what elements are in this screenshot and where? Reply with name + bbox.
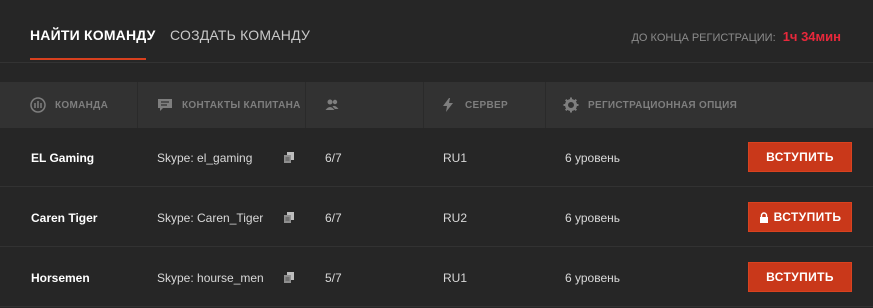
column-separator [423, 82, 424, 128]
column-header-contacts: КОНТАКТЫ КАПИТАНА [157, 82, 301, 128]
join-button-label: ВСТУПИТЬ [766, 150, 834, 164]
column-header-team: КОМАНДА [30, 82, 108, 128]
column-header-server: СЕРВЕР [440, 82, 508, 128]
gear-icon [563, 97, 579, 113]
server-name: RU2 [443, 210, 468, 225]
tabs-divider [0, 62, 873, 63]
table-row: Horsemen Skype: hourse_men 5/7 RU1 6 уро… [0, 248, 873, 307]
team-name: EL Gaming [31, 150, 95, 165]
join-button-label: ВСТУПИТЬ [766, 270, 834, 284]
team-name: Horsemen [31, 270, 90, 285]
captain-contact: Skype: el_gaming [157, 150, 253, 165]
column-header-server-label: СЕРВЕР [465, 99, 508, 111]
copy-icon[interactable] [284, 248, 294, 307]
chat-icon [157, 97, 173, 113]
server-name: RU1 [443, 270, 468, 285]
team-emblem-icon [30, 97, 46, 113]
column-header-contacts-label: КОНТАКТЫ КАПИТАНА [182, 99, 301, 111]
tab-find-team[interactable]: НАЙТИ КОМАНДУ [30, 27, 156, 43]
join-button-label: ВСТУПИТЬ [773, 210, 842, 224]
column-header-option-label: РЕГИСТРАЦИОННАЯ ОПЦИЯ [588, 99, 738, 111]
registration-option: 6 уровень [565, 150, 621, 165]
tab-create-team[interactable]: СОЗДАТЬ КОМАНДУ [170, 27, 310, 43]
column-separator [545, 82, 546, 128]
table-row: Caren Tiger Skype: Caren_Tiger 6/7 RU2 6… [0, 188, 873, 247]
column-header-players [324, 82, 349, 128]
copy-icon[interactable] [284, 188, 294, 247]
column-separator [305, 82, 306, 128]
registration-option: 6 уровень [565, 270, 621, 285]
countdown-label: ДО КОНЦА РЕГИСТРАЦИИ: [631, 32, 776, 44]
members-count: 5/7 [325, 270, 342, 285]
copy-icon[interactable] [284, 128, 294, 187]
join-button[interactable]: ВСТУПИТЬ [748, 262, 852, 292]
active-tab-underline [30, 58, 146, 60]
lightning-icon [440, 97, 456, 113]
server-name: RU1 [443, 150, 468, 165]
registration-option: 6 уровень [565, 210, 621, 225]
captain-contact: Skype: Caren_Tiger [157, 210, 264, 225]
column-separator [137, 82, 138, 128]
players-icon [324, 97, 340, 113]
members-count: 6/7 [325, 210, 342, 225]
countdown-time: 1ч 34мин [782, 29, 841, 44]
table-header: КОМАНДА КОНТАКТЫ КАПИТАНА СЕРВЕР РЕГИСТР… [0, 82, 873, 128]
join-button[interactable]: ВСТУПИТЬ [748, 202, 852, 232]
join-button[interactable]: ВСТУПИТЬ [748, 142, 852, 172]
column-header-team-label: КОМАНДА [55, 99, 109, 111]
column-header-option: РЕГИСТРАЦИОННАЯ ОПЦИЯ [563, 82, 737, 128]
team-name: Caren Tiger [31, 210, 98, 225]
registration-countdown: ДО КОНЦА РЕГИСТРАЦИИ: 1ч 34мин [631, 29, 841, 44]
table-row: EL Gaming Skype: el_gaming 6/7 RU1 6 уро… [0, 128, 873, 187]
members-count: 6/7 [325, 150, 342, 165]
lock-icon [759, 211, 769, 223]
tab-bar: НАЙТИ КОМАНДУ СОЗДАТЬ КОМАНДУ ДО КОНЦА Р… [0, 0, 873, 82]
captain-contact: Skype: hourse_men [157, 270, 264, 285]
